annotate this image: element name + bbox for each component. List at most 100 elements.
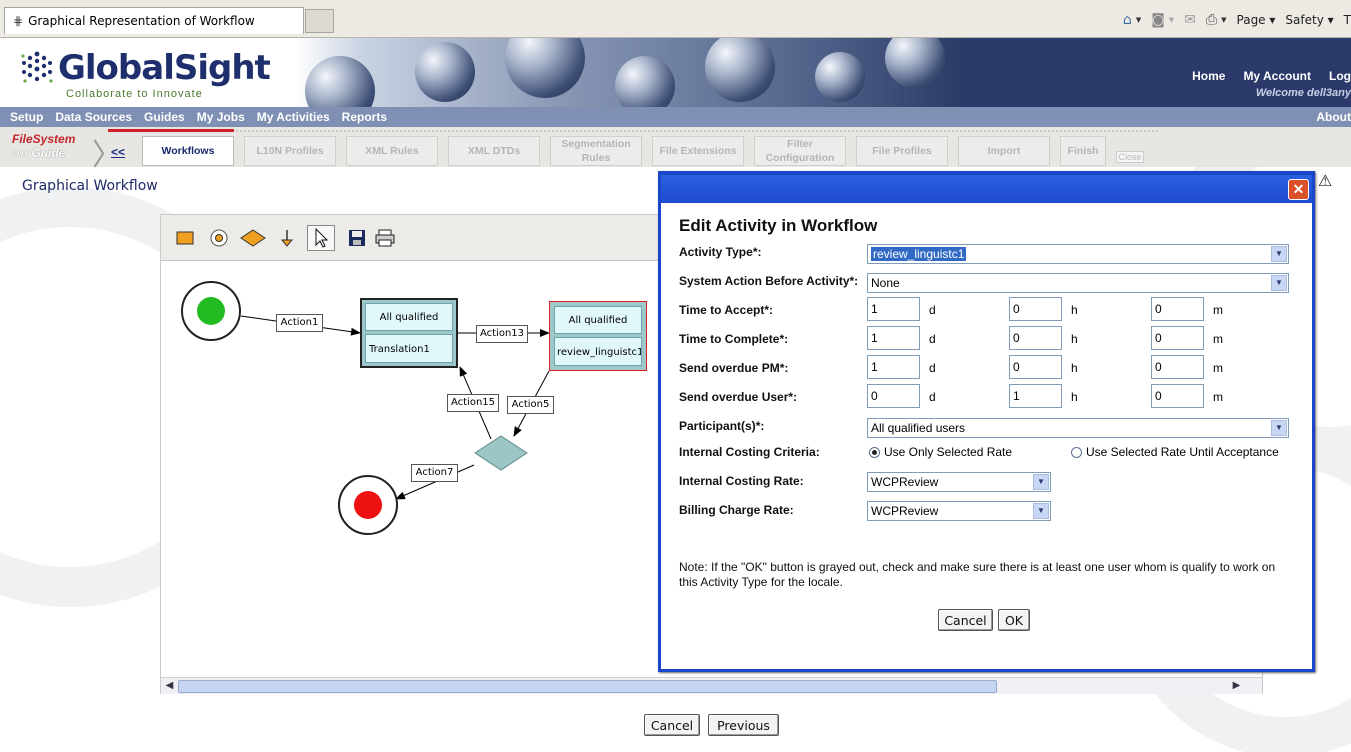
overdue-user-hours-input[interactable]: 1 [1009,384,1062,408]
previous-button[interactable]: Previous [708,714,779,736]
action-label[interactable]: Action13 [476,325,528,343]
page-menu[interactable]: Page ▾ [1237,13,1276,27]
guide-label-guide: ›››› Guide [12,146,66,160]
arrow-tool-icon[interactable] [273,225,301,251]
print-dropdown-icon[interactable]: ▼ [1221,16,1226,24]
action-label[interactable]: Action1 [276,314,323,332]
dialog-ok-button[interactable]: OK [998,609,1030,631]
system-action-select[interactable]: None ▼ [867,273,1289,293]
action-label[interactable]: Action7 [411,464,458,482]
save-icon[interactable] [343,225,371,251]
scrollbar-thumb[interactable] [178,680,997,693]
home-icon[interactable]: ⌂ [1123,12,1132,28]
chevron-down-icon[interactable]: ▼ [1033,474,1049,490]
welcome-text: Welcome dell3any [1255,87,1351,99]
dialog-titlebar[interactable]: ✕ [661,175,1312,203]
step-import[interactable]: Import [958,136,1050,166]
unit-minutes: m [1213,390,1223,404]
pointer-tool-icon[interactable] [307,225,335,251]
radio-use-selected-rate-until-acceptance[interactable] [1071,447,1082,458]
condition-node-tool-icon[interactable] [239,225,267,251]
cancel-button[interactable]: Cancel [644,714,700,736]
guide-label-filesystem: FileSystem [12,132,76,146]
accept-minutes-input[interactable]: 0 [1151,297,1204,321]
tools-menu[interactable]: T [1344,13,1351,27]
horizontal-scrollbar[interactable]: ◀ ▶ [161,677,1262,694]
activity-node-name: Translation1 [365,334,453,363]
chevron-down-icon[interactable]: ▼ [1271,246,1287,262]
time-to-complete-label: Time to Complete*: [679,332,789,346]
step-file-profiles[interactable]: File Profiles [856,136,948,166]
complete-hours-input[interactable]: 0 [1009,326,1062,350]
accept-days-input[interactable]: 1 [867,297,920,321]
print-workflow-icon[interactable] [371,225,399,251]
step-file-extensions[interactable]: File Extensions [652,136,744,166]
action-label[interactable]: Action15 [447,394,499,412]
home-dropdown-icon[interactable]: ▼ [1136,16,1141,24]
rss-icon[interactable]: ◙ [1151,12,1165,28]
overdue-user-minutes-input[interactable]: 0 [1151,384,1204,408]
activity-node-review[interactable]: All qualified users review_linguistc1 [549,301,647,371]
menu-reports[interactable]: Reports [342,110,387,124]
overdue-pm-hours-input[interactable]: 0 [1009,355,1062,379]
activity-node-tool-icon[interactable] [171,225,199,251]
logout-link[interactable]: Log [1329,69,1351,83]
billing-rate-select[interactable]: WCPReview ▼ [867,501,1051,521]
browser-tab[interactable]: ⋕ Graphical Representation of Workflow [4,7,304,34]
guide-close-button[interactable]: Close [1116,151,1144,163]
subprocess-tool-icon[interactable] [205,225,233,251]
scroll-right-icon[interactable]: ▶ [1229,679,1244,694]
billing-rate-label: Billing Charge Rate: [679,503,794,517]
overdue-pm-minutes-input[interactable]: 0 [1151,355,1204,379]
print-icon[interactable]: ⎙ [1206,12,1217,28]
new-tab-button[interactable] [305,9,334,33]
guide-back-link[interactable]: << [111,145,125,159]
overdue-pm-days-input[interactable]: 1 [867,355,920,379]
accept-hours-input[interactable]: 0 [1009,297,1062,321]
chevron-down-icon[interactable]: ▼ [1271,420,1287,436]
close-icon[interactable]: ✕ [1288,179,1309,200]
complete-days-input[interactable]: 1 [867,326,920,350]
activity-node-name: review_linguistc1 [554,337,642,366]
participants-label: Participant(s)*: [679,419,765,433]
system-action-label: System Action Before Activity*: [679,274,859,288]
step-finish[interactable]: Finish [1060,136,1106,166]
activity-node-translation1[interactable]: All qualified users Translation1 [360,298,458,368]
step-workflows[interactable]: Workflows [142,136,234,166]
end-node[interactable] [337,474,399,536]
action-label[interactable]: Action5 [507,396,554,414]
safety-menu[interactable]: Safety ▾ [1285,13,1333,27]
menu-guides[interactable]: Guides [144,110,185,124]
logo-tagline: Collaborate to Innovate [66,88,203,100]
step-xml-dtds[interactable]: XML DTDs [448,136,540,166]
step-l10n-profiles[interactable]: L10N Profiles [244,136,336,166]
start-node[interactable] [180,280,242,342]
dialog-cancel-button[interactable]: Cancel [938,609,993,631]
chevron-down-icon[interactable]: ▼ [1033,503,1049,519]
scroll-left-icon[interactable]: ◀ [162,679,177,694]
page-favicon-icon: ⋕ [13,14,24,28]
radio-use-only-selected-rate[interactable] [869,447,880,458]
rss-dropdown-icon[interactable]: ▼ [1169,16,1174,24]
menu-setup[interactable]: Setup [10,110,43,124]
costing-rate-select[interactable]: WCPReview ▼ [867,472,1051,492]
step-segmentation-rules[interactable]: Segmentation Rules [550,136,642,166]
participants-select[interactable]: All qualified users ▼ [867,418,1289,438]
complete-minutes-input[interactable]: 0 [1151,326,1204,350]
my-account-link[interactable]: My Account [1243,69,1311,83]
chevron-down-icon[interactable]: ▼ [1271,275,1287,291]
mail-icon[interactable]: ✉ [1184,12,1196,28]
menu-about[interactable]: About [1316,110,1351,124]
unit-hours: h [1071,332,1078,346]
step-filter-configuration[interactable]: Filter Configuration [754,136,846,166]
menu-my-jobs[interactable]: My Jobs [197,110,245,124]
logo-text: GlobalSight [58,48,271,88]
home-link[interactable]: Home [1192,69,1225,83]
menu-my-activities[interactable]: My Activities [257,110,330,124]
activity-type-select[interactable]: review_linguistc1 ▼ [867,244,1289,264]
globalsight-logo: GlobalSight Collaborate to Innovate [20,48,271,100]
menu-data-sources[interactable]: Data Sources [55,110,132,124]
condition-node[interactable] [473,435,529,471]
step-xml-rules[interactable]: XML Rules [346,136,438,166]
overdue-user-days-input[interactable]: 0 [867,384,920,408]
